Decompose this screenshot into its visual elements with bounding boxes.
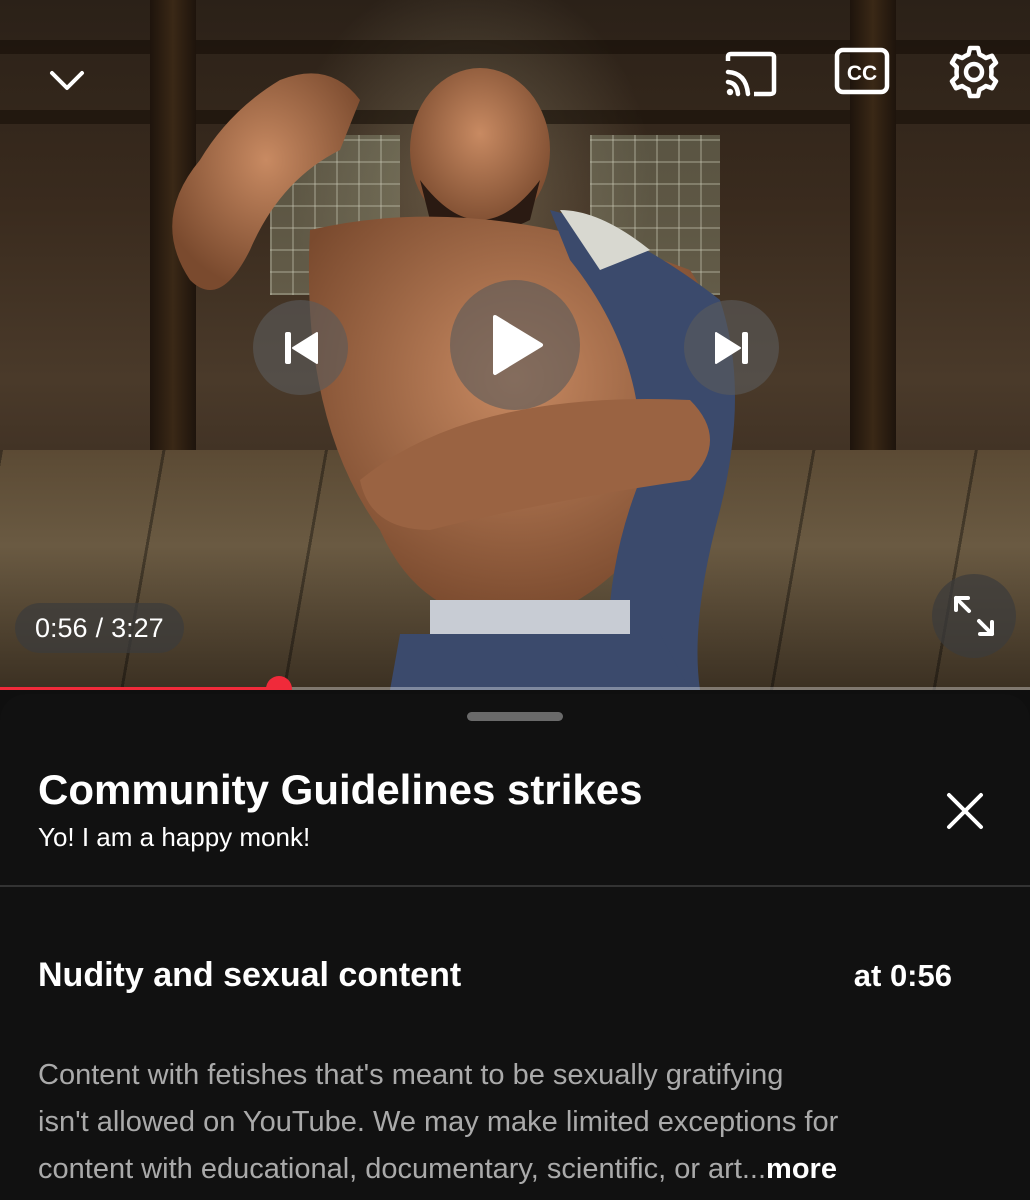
strike-description: Content with fetishes that's meant to be…: [38, 1052, 998, 1193]
progress-bar[interactable]: [0, 676, 1030, 690]
duration: 3:27: [111, 613, 164, 643]
gear-icon[interactable]: [942, 40, 1006, 104]
divider: [0, 885, 1030, 887]
current-time: 0:56: [35, 613, 88, 643]
cast-icon[interactable]: [718, 46, 782, 102]
play-icon: [493, 315, 543, 375]
description-line-text: content with educational, documentary, s…: [38, 1153, 767, 1185]
time-display: 0:56 / 3:27: [15, 603, 184, 653]
progress-fill: [0, 687, 280, 690]
app-screen: CC 0:56 / 3:27 Community Guidelines stri…: [0, 0, 1030, 1200]
close-icon: [947, 793, 983, 829]
skip-next-icon: [714, 331, 748, 364]
play-button[interactable]: [450, 280, 580, 410]
description-line: Content with fetishes that's meant to be…: [38, 1059, 784, 1091]
skip-next-button[interactable]: [684, 300, 779, 395]
strike-reason: Nudity and sexual content: [38, 956, 462, 994]
strikes-sheet: Community Guidelines strikes Yo! I am a …: [0, 694, 1030, 1200]
video-title: Yo! I am a happy monk!: [38, 822, 311, 852]
closed-captions-icon[interactable]: CC: [832, 44, 892, 98]
video-player[interactable]: CC 0:56 / 3:27: [0, 0, 1030, 690]
captions-label: CC: [847, 62, 877, 85]
skip-previous-icon: [284, 331, 318, 364]
description-line: isn't allowed on YouTube. We may make li…: [38, 1106, 839, 1138]
time-separator: /: [95, 613, 104, 643]
close-button[interactable]: [940, 786, 990, 836]
fullscreen-button[interactable]: [932, 574, 1016, 658]
drag-handle[interactable]: [467, 712, 563, 721]
chevron-down-icon[interactable]: [44, 58, 90, 104]
strike-timestamp[interactable]: at 0:56: [854, 958, 952, 994]
sheet-title: Community Guidelines strikes: [38, 766, 643, 813]
description-line-last: content with educational, documentary, s…: [38, 1146, 998, 1193]
skip-previous-button[interactable]: [253, 300, 348, 395]
fullscreen-icon: [954, 596, 994, 636]
more-link[interactable]: more: [766, 1153, 837, 1185]
